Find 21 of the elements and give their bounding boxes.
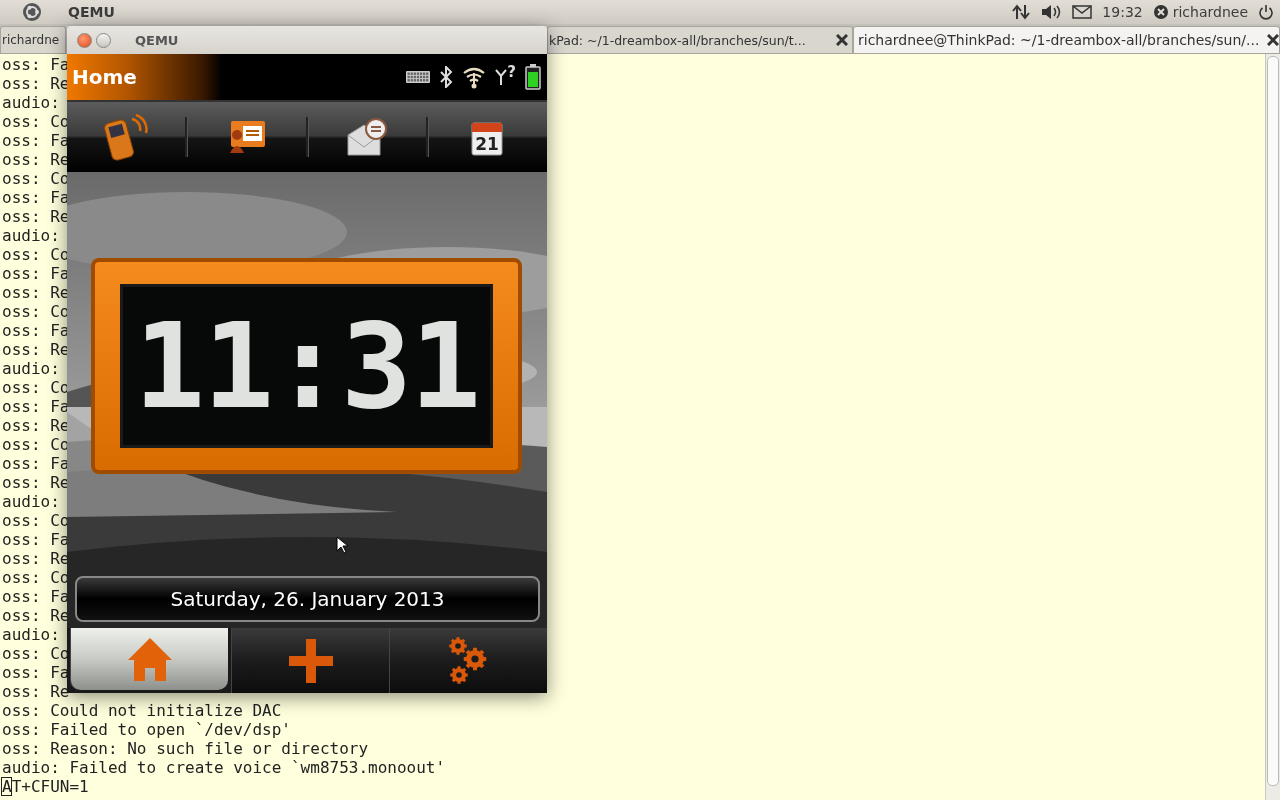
- date-text: Saturday, 26. January 2013: [170, 587, 445, 611]
- terminal-tab[interactable]: richardne: [0, 26, 66, 53]
- user-name[interactable]: richardnee: [1172, 4, 1248, 20]
- terminal-line: oss: Could not initialize DAC: [2, 701, 282, 720]
- clock-time: 11:31: [133, 297, 480, 435]
- terminal-line: audio:: [2, 93, 60, 112]
- signal-status: ?: [507, 63, 516, 81]
- terminal-line: audio:: [2, 625, 60, 644]
- terminal-line: audio:: [2, 359, 60, 378]
- terminal-tab[interactable]: richardnee@ThinkPad: ~/1-dreambox-all/branches/sun/...: [853, 26, 1280, 53]
- terminal-line: oss: Failed to open `/dev/dsp': [2, 720, 291, 739]
- app-title: QEMU: [68, 4, 115, 20]
- terminal-tab[interactable]: kPad: ~/1-dreambox-all/branches/sun/t...: [547, 26, 853, 53]
- terminal-line: audio:: [2, 492, 60, 511]
- terminal-line: audio: Failed to create voice `wm8753.monoout': [2, 758, 446, 777]
- terminal-line: oss: Reason: No such file or directory: [2, 739, 369, 758]
- terminal-line: oss: Re: [2, 682, 70, 701]
- terminal-line: audio:: [2, 226, 60, 245]
- clock[interactable]: 19:32: [1102, 4, 1143, 20]
- window-title: QEMU: [135, 32, 179, 48]
- screen-title: Home: [72, 65, 138, 89]
